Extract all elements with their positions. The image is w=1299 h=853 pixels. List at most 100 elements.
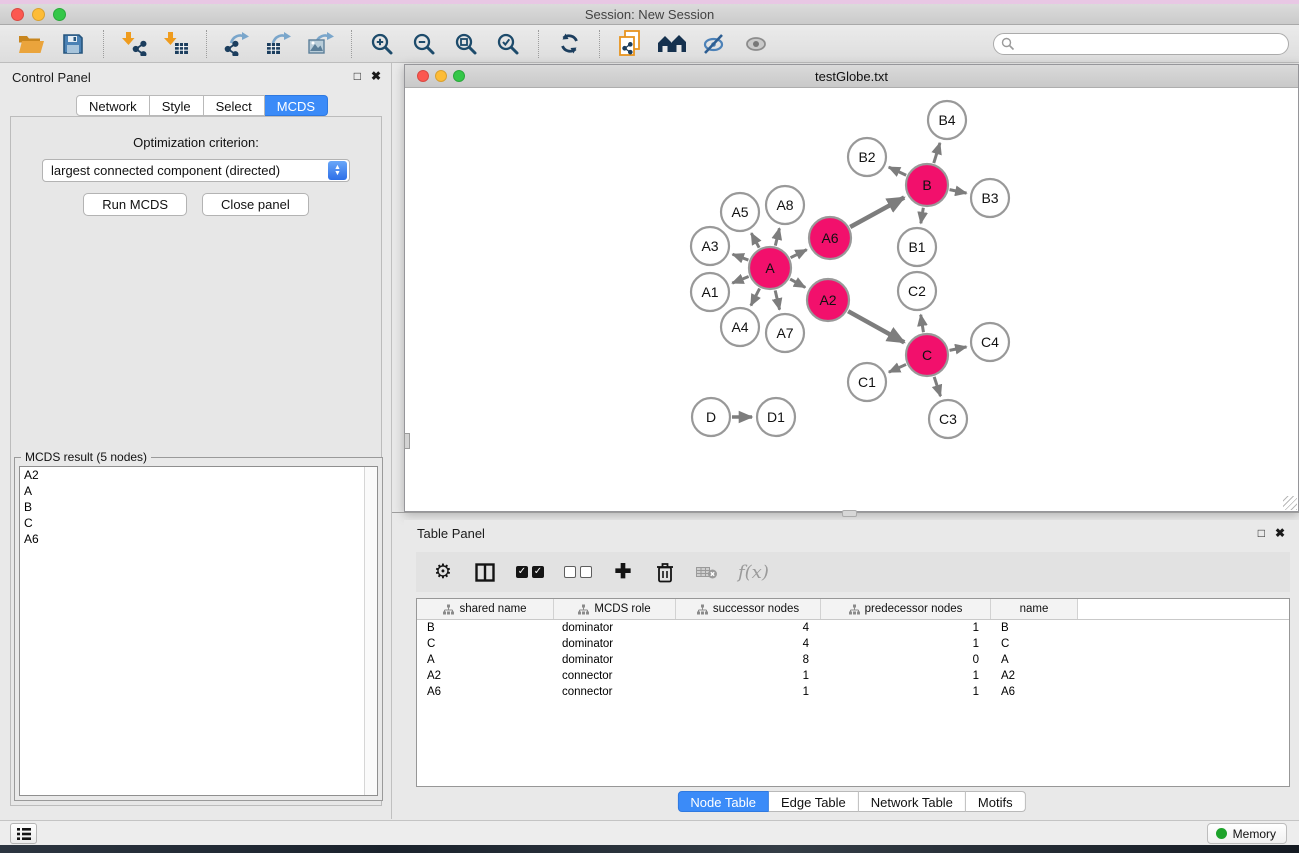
tab-edge-table[interactable]: Edge Table xyxy=(769,791,859,812)
toggle-graphics-details-button[interactable] xyxy=(696,28,732,60)
tab-node-table[interactable]: Node Table xyxy=(677,791,769,812)
graph-node-D1[interactable]: D1 xyxy=(757,398,795,436)
graph-edge-B-B4[interactable] xyxy=(934,143,940,163)
graph-node-A4[interactable]: A4 xyxy=(721,308,759,346)
show-hide-eye-button[interactable] xyxy=(738,28,774,60)
import-table-button[interactable] xyxy=(158,28,194,60)
graph-node-B2[interactable]: B2 xyxy=(848,138,886,176)
criterion-dropdown[interactable]: largest connected component (directed) ▲… xyxy=(42,159,350,182)
graph-edge-C-C2[interactable] xyxy=(921,315,924,333)
tab-style[interactable]: Style xyxy=(150,95,204,116)
graph-node-B3[interactable]: B3 xyxy=(971,179,1009,217)
tab-mcds[interactable]: MCDS xyxy=(265,95,328,116)
close-panel-icon[interactable]: ✖ xyxy=(371,69,381,83)
graph-node-B[interactable]: B xyxy=(906,164,948,206)
tab-network-table[interactable]: Network Table xyxy=(859,791,966,812)
memory-button[interactable]: Memory xyxy=(1207,823,1287,844)
graph-edge-A-A2[interactable] xyxy=(790,279,805,287)
export-network-button[interactable] xyxy=(219,28,255,60)
zoom-selected-button[interactable] xyxy=(490,28,526,60)
graph-edge-C-C4[interactable] xyxy=(950,347,967,351)
graph-edge-A-A3[interactable] xyxy=(733,254,749,260)
zoom-out-button[interactable] xyxy=(406,28,442,60)
table-row-A6[interactable]: A6connector11A6 xyxy=(417,684,1289,700)
graph-edge-B-B3[interactable] xyxy=(950,190,967,194)
add-column-button[interactable]: ✚ xyxy=(612,559,634,585)
mcds-result-item[interactable]: A6 xyxy=(20,531,377,547)
mcds-result-item[interactable]: B xyxy=(20,499,377,515)
mcds-result-item[interactable]: A2 xyxy=(20,467,377,483)
graph-edge-A6-B[interactable] xyxy=(850,197,904,227)
float-table-panel-icon[interactable]: □ xyxy=(1258,526,1265,540)
table-row-B[interactable]: Bdominator41B xyxy=(417,620,1289,636)
column-header-name[interactable]: name xyxy=(991,599,1078,619)
splitter-handle[interactable] xyxy=(842,510,857,517)
mcds-result-item[interactable]: A xyxy=(20,483,377,499)
graph-node-A8[interactable]: A8 xyxy=(766,186,804,224)
graph-edge-A-A6[interactable] xyxy=(791,250,807,258)
tab-select[interactable]: Select xyxy=(204,95,265,116)
refresh-layout-button[interactable] xyxy=(551,28,587,60)
graph-node-B4[interactable]: B4 xyxy=(928,101,966,139)
graph-node-C2[interactable]: C2 xyxy=(898,272,936,310)
table-row-C[interactable]: Cdominator41C xyxy=(417,636,1289,652)
graph-edge-B-B1[interactable] xyxy=(921,208,924,224)
graph-node-A7[interactable]: A7 xyxy=(766,314,804,352)
graph-edge-C-C1[interactable] xyxy=(889,364,906,372)
graph-edge-C-C3[interactable] xyxy=(934,377,940,396)
graph-edge-A-A8[interactable] xyxy=(775,228,779,245)
zoom-fit-button[interactable] xyxy=(448,28,484,60)
column-header-shared-name[interactable]: shared name xyxy=(417,599,554,619)
graph-node-A[interactable]: A xyxy=(749,247,791,289)
column-header-successor-nodes[interactable]: successor nodes xyxy=(676,599,821,619)
column-header-MCDS-role[interactable]: MCDS role xyxy=(554,599,676,619)
delete-column-button[interactable] xyxy=(654,559,676,585)
float-panel-icon[interactable]: □ xyxy=(354,69,361,83)
graph-node-A3[interactable]: A3 xyxy=(691,227,729,265)
network-canvas[interactable]: B4B2BB3B1A5A8A6A3AA1A2C2A4A7CC4C1C3DD1 xyxy=(405,88,1298,511)
select-all-button[interactable]: ✓ ✓ xyxy=(516,559,544,585)
graph-edge-A-A7[interactable] xyxy=(775,290,779,309)
export-image-button[interactable] xyxy=(303,28,339,60)
graph-edge-A2-C[interactable] xyxy=(848,311,904,342)
save-session-button[interactable] xyxy=(55,28,91,60)
import-network-button[interactable] xyxy=(116,28,152,60)
tab-network[interactable]: Network xyxy=(76,95,150,116)
run-mcds-button[interactable]: Run MCDS xyxy=(83,193,187,216)
search-input[interactable] xyxy=(993,33,1289,55)
show-network-list-button[interactable] xyxy=(10,823,37,844)
close-panel-button[interactable]: Close panel xyxy=(202,193,309,216)
new-network-from-file-button[interactable] xyxy=(612,28,648,60)
graph-node-C[interactable]: C xyxy=(906,334,948,376)
canvas-left-handle[interactable] xyxy=(404,433,410,449)
graph-edge-A-A5[interactable] xyxy=(751,233,759,248)
network-window-titlebar[interactable]: testGlobe.txt xyxy=(405,65,1298,88)
export-table-button[interactable] xyxy=(261,28,297,60)
tab-motifs[interactable]: Motifs xyxy=(966,791,1026,812)
home-button[interactable] xyxy=(654,28,690,60)
open-session-button[interactable] xyxy=(13,28,49,60)
graph-edge-A-A1[interactable] xyxy=(732,277,748,284)
graph-node-C3[interactable]: C3 xyxy=(929,400,967,438)
zoom-in-button[interactable] xyxy=(364,28,400,60)
delete-table-button[interactable] xyxy=(696,559,718,585)
close-table-panel-icon[interactable]: ✖ xyxy=(1275,526,1285,540)
function-builder-button[interactable]: f(x) xyxy=(738,559,769,585)
column-view-button[interactable] xyxy=(474,559,496,585)
table-row-A2[interactable]: A2connector11A2 xyxy=(417,668,1289,684)
graph-node-A1[interactable]: A1 xyxy=(691,273,729,311)
graph-edge-B-B2[interactable] xyxy=(889,167,906,175)
graph-node-C1[interactable]: C1 xyxy=(848,363,886,401)
mcds-result-item[interactable]: C xyxy=(20,515,377,531)
table-settings-button[interactable]: ⚙ xyxy=(432,559,454,585)
window-resize-grip[interactable] xyxy=(1283,496,1297,510)
mcds-list-scrollbar[interactable] xyxy=(364,467,377,795)
graph-edge-A-A4[interactable] xyxy=(751,289,760,306)
table-row-A[interactable]: Adominator80A xyxy=(417,652,1289,668)
graph-node-C4[interactable]: C4 xyxy=(971,323,1009,361)
graph-node-A6[interactable]: A6 xyxy=(809,217,851,259)
graph-node-D[interactable]: D xyxy=(692,398,730,436)
column-header-predecessor-nodes[interactable]: predecessor nodes xyxy=(821,599,991,619)
graph-node-B1[interactable]: B1 xyxy=(898,228,936,266)
deselect-all-button[interactable] xyxy=(564,559,592,585)
